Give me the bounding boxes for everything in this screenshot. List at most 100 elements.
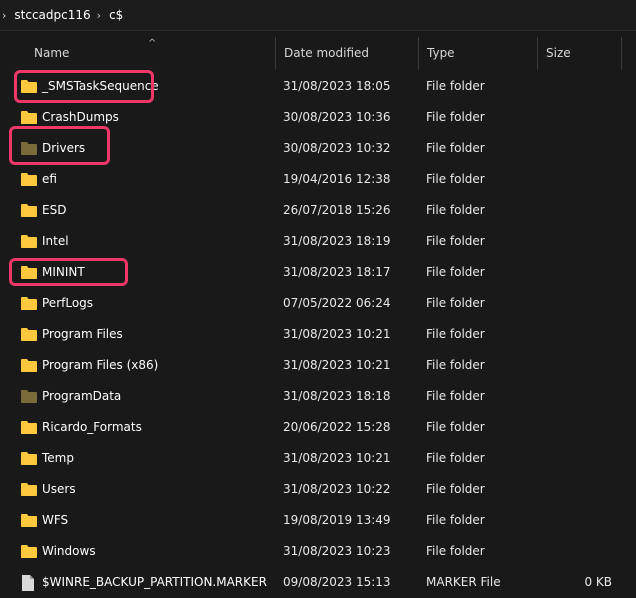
file-size [560, 71, 612, 102]
file-date-modified: 31/08/2023 18:17 [283, 265, 391, 279]
chevron-right-icon[interactable]: › [2, 9, 6, 22]
folder-icon [21, 296, 37, 310]
list-item[interactable]: Temp 31/08/2023 10:21 File folder [0, 443, 636, 474]
file-name: WFS [42, 513, 69, 527]
file-type: File folder [426, 79, 485, 93]
file-name: Drivers [42, 141, 86, 155]
list-item[interactable]: MININT 31/08/2023 18:17 File folder [0, 257, 636, 288]
file-size: 0 KB [584, 575, 612, 589]
breadcrumb-item-share[interactable]: c$ [109, 8, 123, 22]
list-item[interactable]: WFS 19/08/2019 13:49 File folder [0, 505, 636, 536]
column-header-date[interactable]: Date modified [276, 37, 419, 70]
file-date-modified: 09/08/2023 15:13 [283, 575, 391, 589]
file-date-modified: 30/08/2023 10:32 [283, 141, 391, 155]
file-size [560, 257, 612, 288]
file-name: Intel [42, 234, 69, 248]
file-type: File folder [426, 513, 485, 527]
file-list: _SMSTaskSequence 31/08/2023 18:05 File fol… [0, 71, 636, 598]
file-icon [21, 575, 37, 591]
file-type: File folder [426, 296, 485, 310]
file-name: ESD [42, 203, 67, 217]
file-date-modified: 30/08/2023 10:36 [283, 110, 391, 124]
file-name: efi [42, 172, 57, 186]
file-type: File folder [426, 172, 485, 186]
file-name: Program Files (x86) [42, 358, 159, 372]
folder-icon [21, 110, 37, 124]
file-size [560, 381, 612, 412]
column-header-name-label: Name [34, 46, 70, 60]
file-type: File folder [426, 327, 485, 341]
column-header-row: Name ^ Date modified Type Size [0, 37, 636, 70]
list-item[interactable]: ProgramData 31/08/2023 18:18 File folder [0, 381, 636, 412]
file-name: ProgramData [42, 389, 122, 403]
file-type: File folder [426, 482, 485, 496]
file-date-modified: 31/08/2023 10:21 [283, 327, 391, 341]
list-item[interactable]: Windows 31/08/2023 10:23 File folder [0, 536, 636, 567]
file-name: MININT [42, 265, 85, 279]
divider [0, 30, 636, 31]
list-item[interactable]: ESD 26/07/2018 15:26 File folder [0, 195, 636, 226]
list-item[interactable]: Program Files (x86) 31/08/2023 10:21 File … [0, 350, 636, 381]
file-name: Temp [42, 451, 74, 465]
folder-icon [21, 544, 37, 558]
list-item[interactable]: Ricardo_Formats 20/06/2022 15:28 File fold… [0, 412, 636, 443]
file-date-modified: 31/08/2023 10:21 [283, 451, 391, 465]
chevron-right-icon[interactable]: › [97, 9, 101, 22]
list-item[interactable]: Users 31/08/2023 10:22 File folder [0, 474, 636, 505]
file-date-modified: 31/08/2023 10:22 [283, 482, 391, 496]
file-date-modified: 19/08/2019 13:49 [283, 513, 391, 527]
file-type: File folder [426, 451, 485, 465]
file-size [560, 226, 612, 257]
file-type: File folder [426, 265, 485, 279]
folder-icon [21, 327, 37, 341]
list-item[interactable]: efi 19/04/2016 12:38 File folder [0, 164, 636, 195]
folder-icon [21, 141, 37, 155]
column-header-type[interactable]: Type [419, 37, 538, 70]
column-header-size-label: Size [546, 46, 571, 60]
column-header-size[interactable]: Size [538, 37, 622, 70]
folder-icon [21, 172, 37, 186]
file-type: File folder [426, 420, 485, 434]
folder-icon [21, 234, 37, 248]
file-type: File folder [426, 110, 485, 124]
file-type: File folder [426, 234, 485, 248]
file-size [560, 319, 612, 350]
file-size [560, 102, 612, 133]
list-item[interactable]: $WINRE_BACKUP_PARTITION.MARKER 09/08/2023… [0, 567, 636, 598]
file-date-modified: 31/08/2023 18:18 [283, 389, 391, 403]
list-item[interactable]: Intel 31/08/2023 18:19 File folder [0, 226, 636, 257]
file-name: Users [42, 482, 76, 496]
file-size [560, 412, 612, 443]
file-type: File folder [426, 358, 485, 372]
file-date-modified: 07/05/2022 06:24 [283, 296, 391, 310]
file-size [560, 505, 612, 536]
file-date-modified: 20/06/2022 15:28 [283, 420, 391, 434]
file-name: CrashDumps [42, 110, 119, 124]
breadcrumb: › stccadpc116 › c$ [0, 0, 636, 30]
file-name: PerfLogs [42, 296, 94, 310]
sort-ascending-icon: ^ [148, 38, 157, 49]
list-item[interactable]: PerfLogs 07/05/2022 06:24 File folder [0, 288, 636, 319]
list-item[interactable]: _SMSTaskSequence 31/08/2023 18:05 File fol… [0, 71, 636, 102]
file-type: File folder [426, 389, 485, 403]
file-name: Windows [42, 544, 96, 558]
list-item[interactable]: Drivers 30/08/2023 10:32 File folder [0, 133, 636, 164]
folder-icon [21, 420, 37, 434]
list-item[interactable]: CrashDumps 30/08/2023 10:36 File folder [0, 102, 636, 133]
folder-icon [21, 513, 37, 527]
file-name: _SMSTaskSequence [42, 79, 159, 93]
column-header-type-label: Type [427, 46, 455, 60]
breadcrumb-item-computer[interactable]: stccadpc116 [14, 8, 90, 22]
file-date-modified: 19/04/2016 12:38 [283, 172, 391, 186]
folder-icon [21, 482, 37, 496]
file-size [560, 536, 612, 567]
file-date-modified: 31/08/2023 18:19 [283, 234, 391, 248]
folder-icon [21, 389, 37, 403]
file-size [560, 350, 612, 381]
column-header-date-label: Date modified [284, 46, 370, 60]
file-size [560, 164, 612, 195]
list-item[interactable]: Program Files 31/08/2023 10:21 File folder [0, 319, 636, 350]
file-type: File folder [426, 141, 485, 155]
folder-icon [21, 358, 37, 372]
file-type: File folder [426, 203, 485, 217]
